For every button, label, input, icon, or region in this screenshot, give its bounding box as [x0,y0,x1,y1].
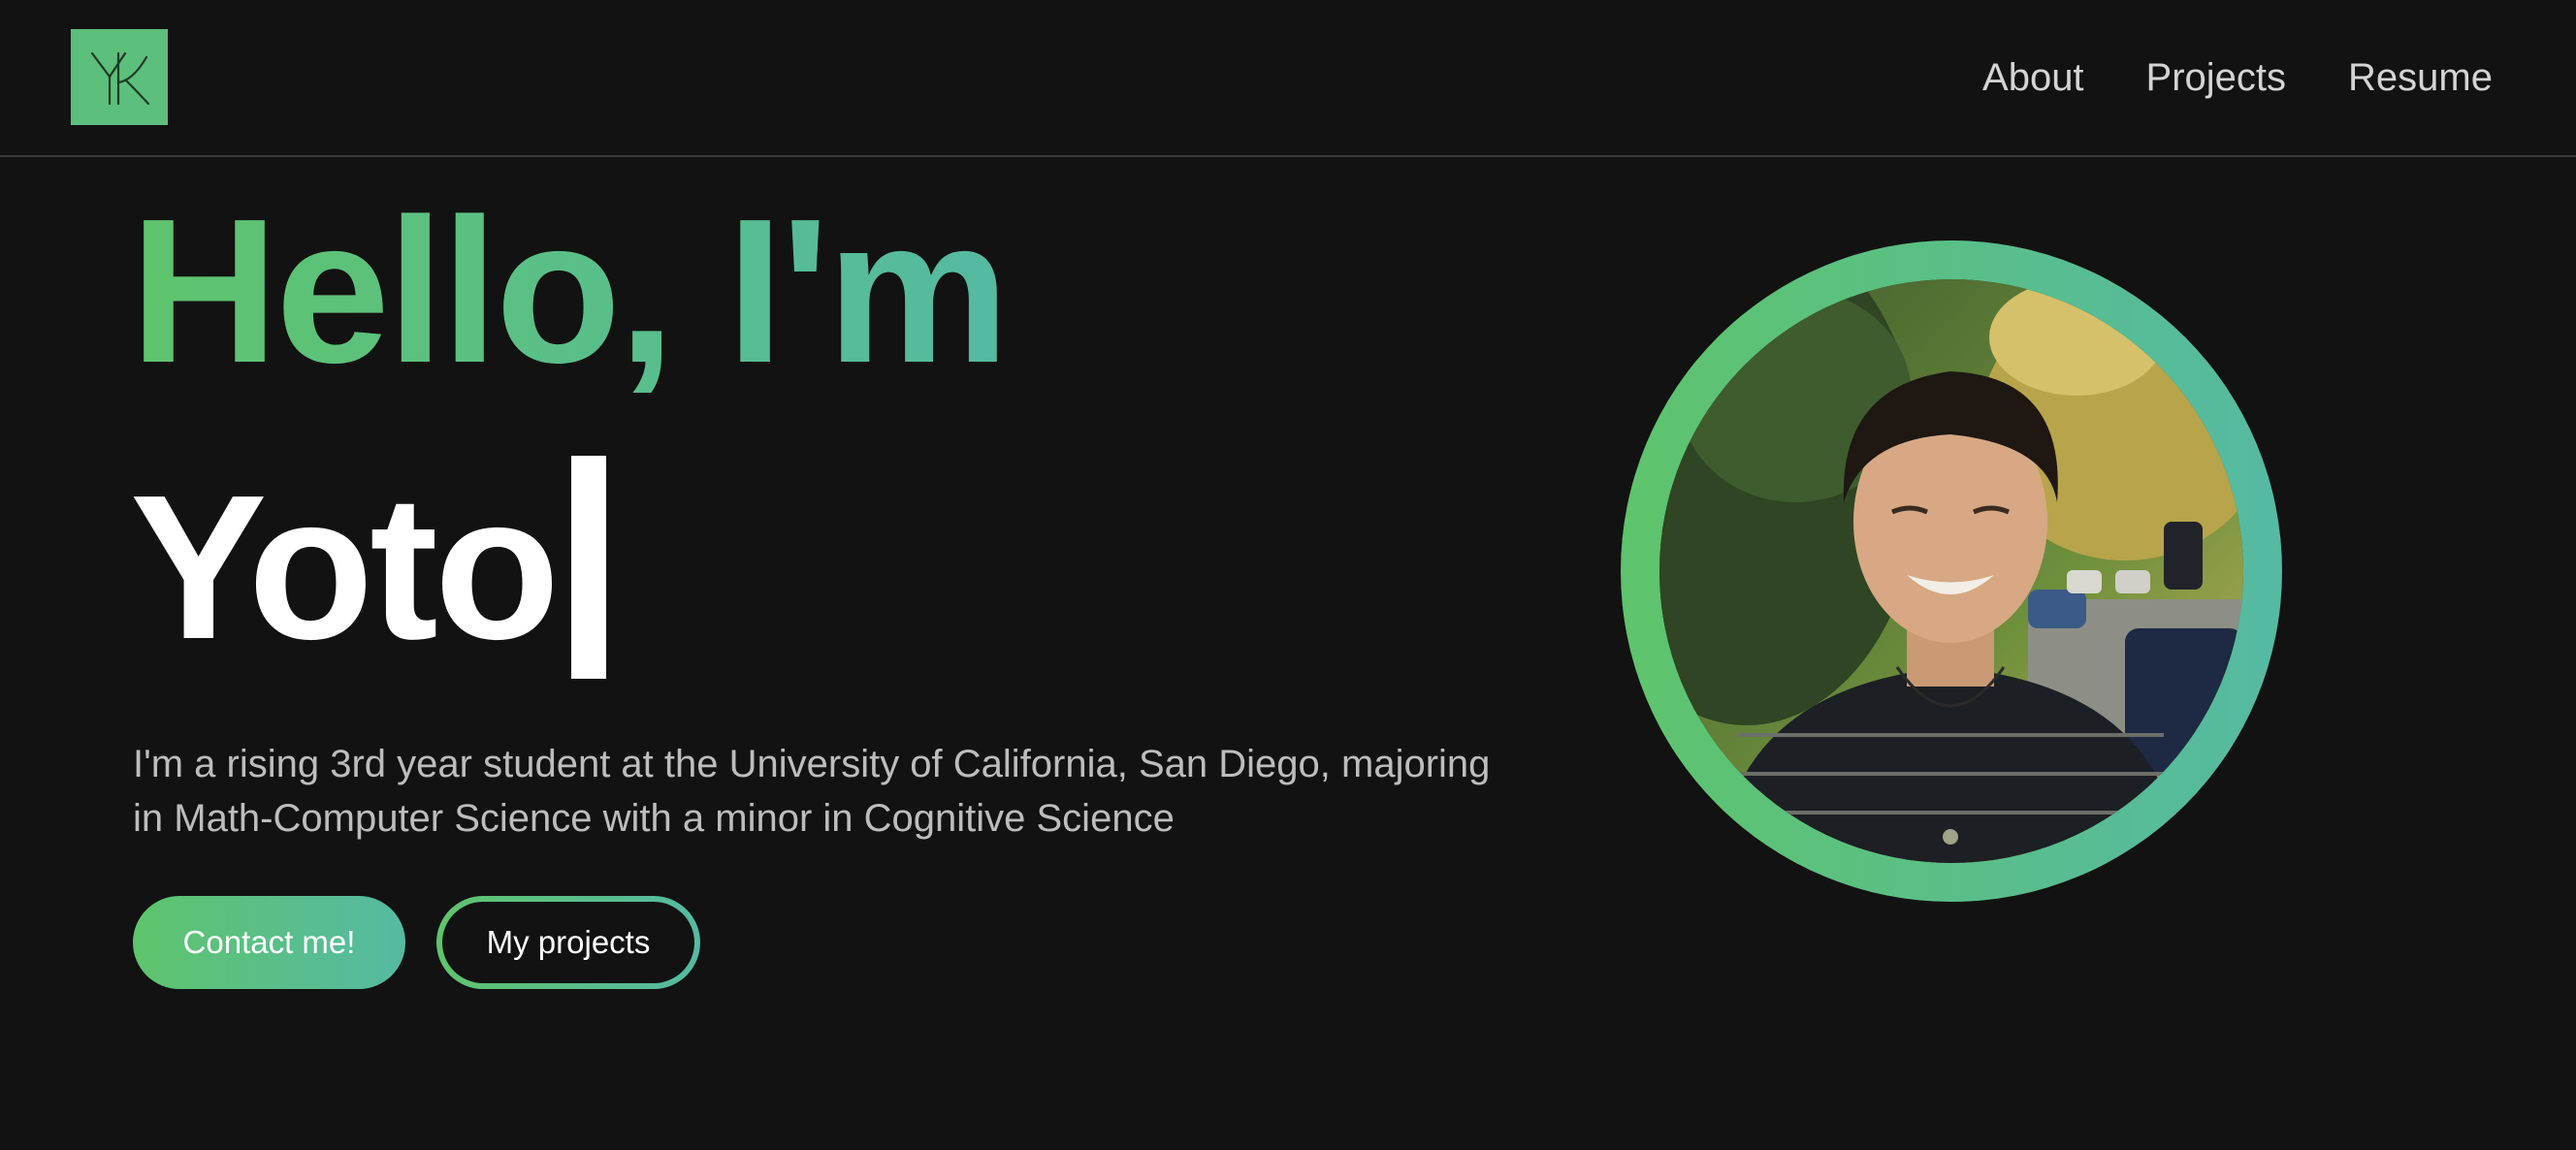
contact-button[interactable]: Contact me! [133,896,405,989]
profile-photo [1659,279,2243,863]
navbar: About Projects Resume [0,0,2576,157]
profile-photo-illustration [1659,279,2243,863]
hero-greeting: Hello, I'm [130,176,1010,405]
nav-link-projects[interactable]: Projects [2146,48,2287,107]
hero-bio: I'm a rising 3rd year student at the Uni… [133,743,1491,840]
typing-caret [571,456,607,679]
nav-link-resume[interactable]: Resume [2348,48,2493,107]
my-projects-button[interactable]: My projects [436,896,700,989]
hero-name-row: Yoto [130,452,607,682]
nav-link-about[interactable]: About [1982,48,2084,107]
nav-links: About Projects Resume [1982,48,2493,107]
hero-name: Yoto [130,452,560,682]
profile-photo-ring [1621,240,2282,902]
logo-icon [90,51,150,105]
logo[interactable] [71,29,168,125]
